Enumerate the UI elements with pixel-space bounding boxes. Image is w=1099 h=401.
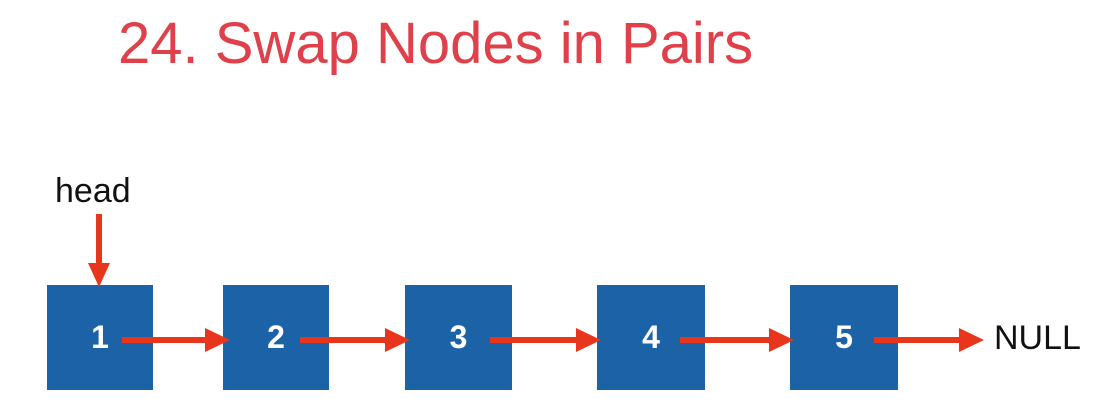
page-title: 24. Swap Nodes in Pairs bbox=[118, 11, 754, 76]
list-node-2: 2 bbox=[223, 285, 329, 390]
node-value: 4 bbox=[642, 319, 660, 355]
list-node-3: 3 bbox=[405, 285, 512, 390]
node-value: 2 bbox=[267, 319, 285, 355]
null-label: NULL bbox=[994, 319, 1081, 357]
head-label: head bbox=[55, 172, 131, 210]
node-value: 1 bbox=[91, 319, 109, 355]
node-value: 3 bbox=[449, 319, 468, 355]
list-node-5: 5 bbox=[790, 285, 898, 390]
node-value: 5 bbox=[835, 319, 853, 355]
head-pointer-arrow bbox=[88, 214, 110, 287]
list-node-4: 4 bbox=[597, 285, 705, 390]
list-node-1: 1 bbox=[47, 285, 153, 390]
